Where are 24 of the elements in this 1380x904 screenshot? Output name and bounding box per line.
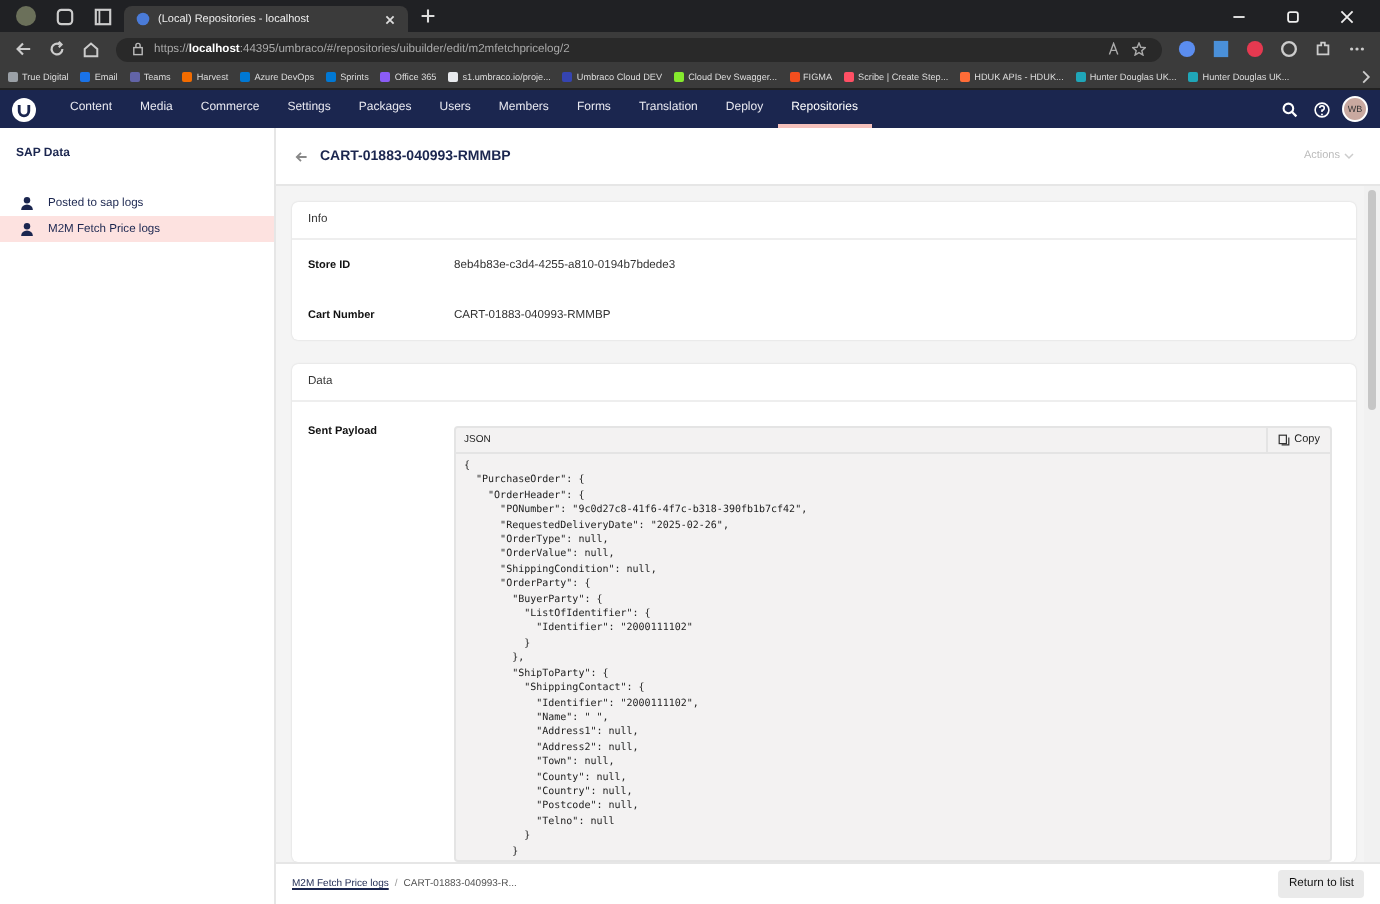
home-icon[interactable] (82, 40, 100, 58)
lock-icon (132, 42, 144, 56)
back-icon[interactable] (14, 40, 32, 58)
refresh-icon[interactable] (48, 40, 66, 58)
user-icon (20, 196, 34, 210)
tab-actions-icon[interactable] (94, 7, 112, 25)
help-icon[interactable] (1314, 101, 1330, 117)
globe-icon (136, 12, 150, 26)
star-icon[interactable] (1132, 42, 1146, 56)
logo-icon[interactable] (12, 97, 36, 121)
user-icon (20, 222, 34, 236)
chevron-right-icon[interactable] (1360, 70, 1372, 84)
extensions-icon[interactable] (1314, 40, 1332, 58)
close-icon[interactable] (384, 13, 396, 25)
profile-icon[interactable] (16, 6, 36, 26)
new-tab-icon[interactable] (420, 8, 436, 24)
caret-icon (1344, 152, 1354, 160)
back-arrow-icon[interactable] (294, 149, 308, 163)
copy-icon (1278, 434, 1291, 446)
workspaces-icon[interactable] (56, 7, 74, 25)
maximize-icon[interactable] (1286, 9, 1300, 23)
close-icon[interactable] (1340, 9, 1354, 23)
search-icon[interactable] (1282, 101, 1298, 117)
read-aloud-icon[interactable] (1108, 42, 1122, 56)
